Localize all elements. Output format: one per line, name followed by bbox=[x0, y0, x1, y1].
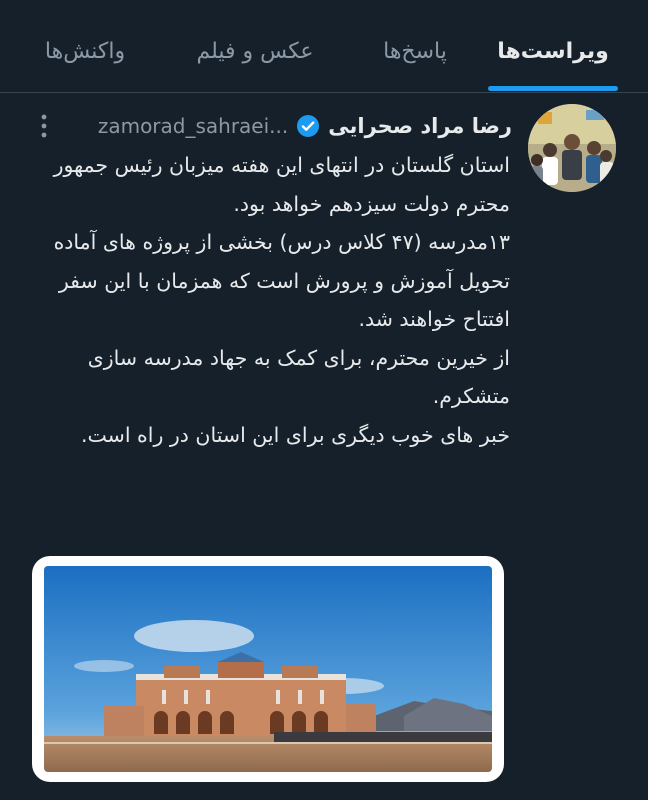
verified-badge-icon bbox=[297, 115, 320, 137]
display-name[interactable]: رضا مراد صحرایی bbox=[328, 114, 512, 138]
tab-media[interactable]: عکس و فیلم bbox=[180, 30, 330, 74]
tweet-text: استان گلستان در انتهای این هفته میزبان ر… bbox=[53, 153, 510, 447]
tweet-header: رضا مراد صحرایی zamorad_sahraei... bbox=[30, 108, 512, 144]
tab-replies[interactable]: پاسخ‌ها bbox=[360, 30, 470, 74]
more-options-icon[interactable] bbox=[38, 113, 50, 139]
tab-posts[interactable]: ویراست‌ها bbox=[488, 30, 618, 74]
profile-tab-bar: ویراست‌ها پاسخ‌ها عکس و فیلم واکنش‌ها bbox=[0, 0, 648, 93]
avatar-photo bbox=[528, 104, 616, 192]
tweet-media-image[interactable] bbox=[44, 566, 492, 772]
tweet-media-card[interactable] bbox=[32, 556, 504, 782]
user-handle[interactable]: zamorad_sahraei... bbox=[98, 114, 288, 138]
avatar[interactable] bbox=[528, 104, 616, 192]
profile-page: ویراست‌ها پاسخ‌ها عکس و فیلم واکنش‌ها رض… bbox=[0, 0, 648, 800]
active-tab-indicator bbox=[488, 86, 618, 91]
tab-likes[interactable]: واکنش‌ها bbox=[20, 30, 150, 74]
